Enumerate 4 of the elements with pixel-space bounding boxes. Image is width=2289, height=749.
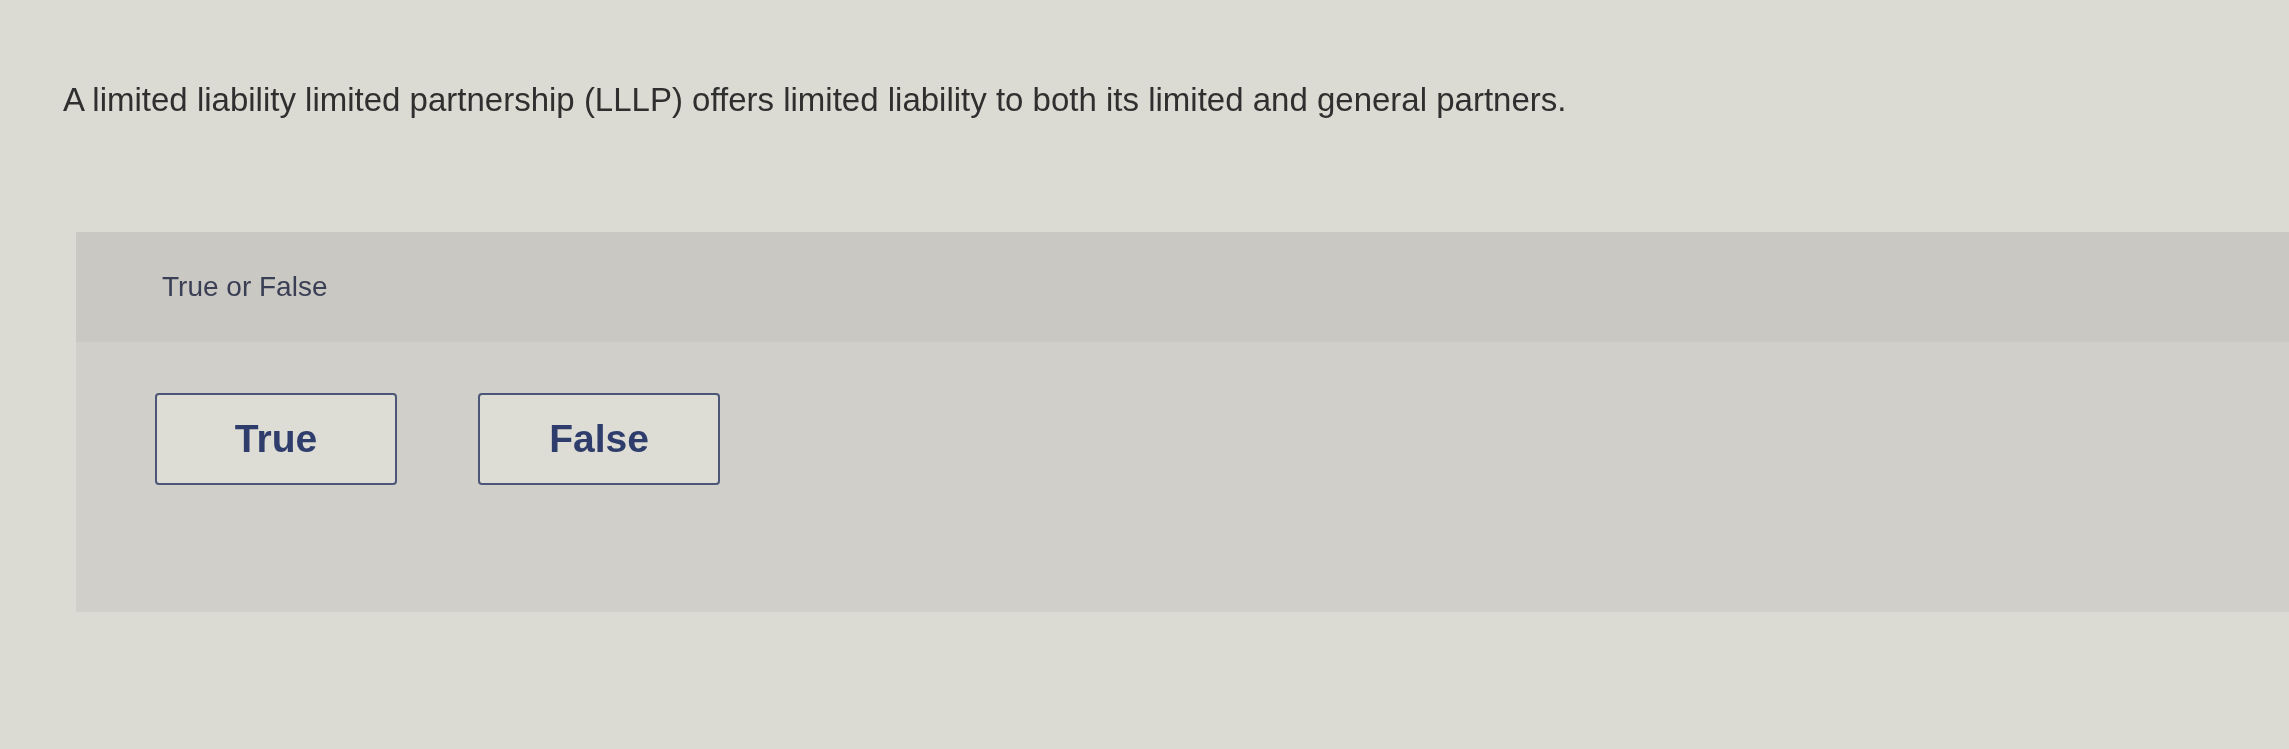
question-text: A limited liability limited partnership (LLLP) offers limited liability to both its limited and general partners. — [63, 80, 1567, 120]
answer-button[interactable]: False — [478, 393, 720, 485]
answer-button[interactable]: True — [155, 393, 397, 485]
prompt-label: True or False — [162, 271, 328, 303]
